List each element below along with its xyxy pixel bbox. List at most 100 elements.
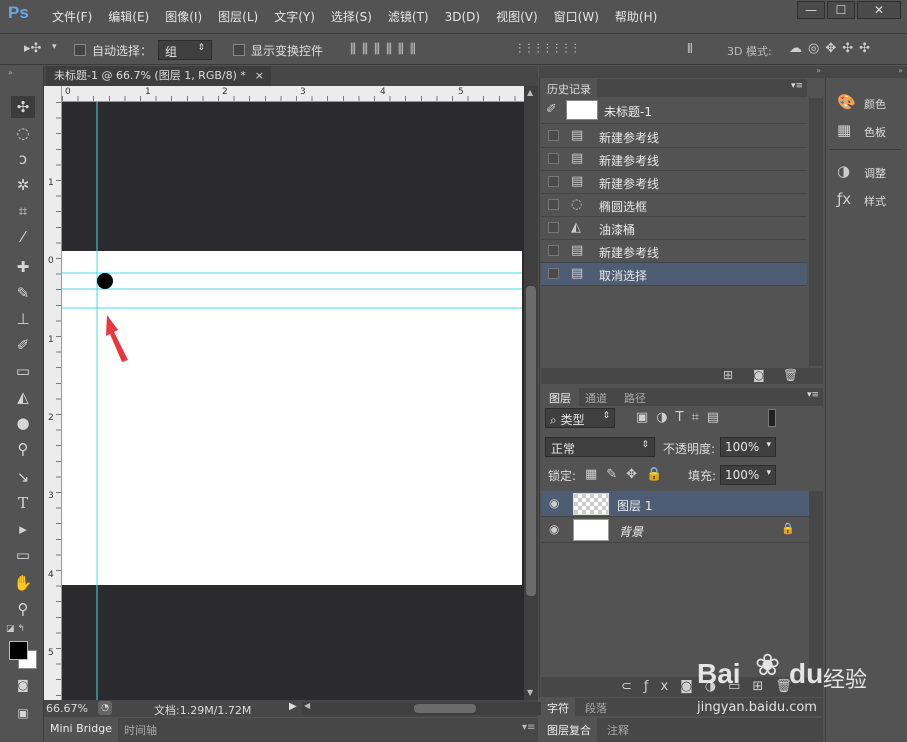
layer-row-1[interactable]: ◉ 图层 1 <box>541 491 809 517</box>
history-item-selected[interactable]: ▤ 取消选择 <box>541 263 807 286</box>
eyedropper-tool-icon[interactable]: ⁄ <box>11 226 35 248</box>
close-button[interactable]: ✕ <box>857 1 901 19</box>
menu-image[interactable]: 图像(I) <box>157 0 210 34</box>
history-item[interactable]: ▤ 新建参考线 <box>541 148 807 171</box>
history-snapshot[interactable]: ✐ 未标题-1 <box>541 98 807 124</box>
menu-type[interactable]: 文字(Y) <box>266 0 323 34</box>
visibility-eye-icon[interactable]: ◉ <box>549 522 559 536</box>
lasso-tool-icon[interactable]: ↄ <box>11 148 35 170</box>
menu-filter[interactable]: 滤镜(T) <box>380 0 437 34</box>
tab-timeline[interactable]: 时间轴 <box>124 722 157 738</box>
lock-icons[interactable]: ▦✎✥🔒 <box>585 467 671 482</box>
move-tool-icon[interactable]: ▸✣ <box>24 41 41 56</box>
tab-notes[interactable]: 注释 <box>607 722 629 738</box>
screen-mode-icon[interactable]: ▣ <box>11 702 35 724</box>
history-item[interactable]: ▤ 新建参考线 <box>541 171 807 194</box>
align-icons[interactable]: ⫼⫼⫼⫼⫼⫼ <box>350 42 422 57</box>
horizontal-scrollbar[interactable]: ◀ ▶ <box>302 701 566 715</box>
marquee-tool-icon[interactable]: ◌ <box>11 122 35 144</box>
opacity-input[interactable]: 100% ▾ <box>720 437 776 457</box>
panel-menu-icon[interactable]: ▾≡ <box>791 81 803 91</box>
zoom-tool-icon[interactable]: ⚲ <box>11 598 35 620</box>
status-menu-arrow-icon[interactable]: ▶ <box>289 701 297 712</box>
tab-mini-bridge[interactable]: Mini Bridge <box>44 718 118 742</box>
tab-paragraph[interactable]: 段落 <box>585 700 607 716</box>
panel-menu-icon[interactable]: ▾≡ <box>522 722 535 733</box>
scroll-down-icon[interactable]: ▼ <box>527 688 533 697</box>
collapse-icon[interactable]: » <box>8 68 13 77</box>
brush-tool-icon[interactable]: ✎ <box>11 282 35 304</box>
history-checkbox[interactable] <box>548 199 559 210</box>
swatches-panel-button[interactable]: ▦ 色板 <box>827 119 905 143</box>
history-checkbox[interactable] <box>548 268 559 279</box>
history-item[interactable]: ◭ 油漆桶 <box>541 217 807 240</box>
camera-icon[interactable]: ◙ <box>753 368 765 382</box>
path-select-tool-icon[interactable]: ▸ <box>11 518 35 540</box>
quick-mask-icon[interactable]: ◙ <box>11 674 35 696</box>
menu-3d[interactable]: 3D(D) <box>437 0 488 34</box>
adjustments-panel-button[interactable]: ◑ 调整 <box>827 160 905 184</box>
new-document-from-state-icon[interactable]: ⊞ <box>723 368 733 382</box>
hand-tool-icon[interactable]: ✋ <box>11 572 35 594</box>
vertical-scroll-thumb[interactable] <box>526 286 536 596</box>
magic-wand-tool-icon[interactable]: ✲ <box>11 174 35 196</box>
layer-row-background[interactable]: ◉ 背景 🔒 <box>541 517 809 543</box>
history-checkbox[interactable] <box>548 130 559 141</box>
styles-panel-button[interactable]: ƒx 样式 <box>827 188 905 212</box>
menu-help[interactable]: 帮助(H) <box>607 0 665 34</box>
tab-character[interactable]: 字符 <box>541 698 575 718</box>
history-checkbox[interactable] <box>548 176 559 187</box>
layer-name[interactable]: 图层 1 <box>617 497 652 514</box>
zoom-level[interactable]: 66.67% <box>46 702 88 715</box>
tab-paths[interactable]: 路径 <box>624 390 646 406</box>
blend-mode-dropdown[interactable]: 正常 ⇕ <box>545 437 655 457</box>
move-tool-icon[interactable]: ✣ <box>11 96 35 118</box>
visibility-eye-icon[interactable]: ◉ <box>549 496 559 510</box>
history-item[interactable]: ▤ 新建参考线 <box>541 125 807 148</box>
pen-tool-icon[interactable]: ↘ <box>11 466 35 488</box>
menu-file[interactable]: 文件(F) <box>44 0 100 34</box>
3d-mode-icons[interactable]: ☁◎✥✣✣ <box>789 41 876 56</box>
scroll-left-icon[interactable]: ◀ <box>304 701 310 710</box>
distribute-icons[interactable]: ⫶⫶⫶⫶⫶⫶⫶ <box>518 42 583 57</box>
minimize-button[interactable]: — <box>797 1 825 19</box>
shape-tool-icon[interactable]: ▭ <box>11 544 35 566</box>
history-brush-tool-icon[interactable]: ✐ <box>11 334 35 356</box>
scroll-up-icon[interactable]: ▲ <box>527 88 533 97</box>
tool-preset-dropdown-icon[interactable]: ▾ <box>52 42 57 52</box>
default-colors-icon[interactable]: ◪ ↰ <box>6 624 25 634</box>
auto-select-dropdown[interactable]: 组 ⇕ <box>158 40 212 60</box>
history-scrollbar[interactable] <box>809 98 823 366</box>
layer-name[interactable]: 背景 <box>619 523 643 540</box>
tab-channels[interactable]: 通道 <box>585 390 607 406</box>
horizontal-scroll-thumb[interactable] <box>414 704 476 713</box>
tab-layers[interactable]: 图层 <box>541 388 579 408</box>
auto-select-checkbox[interactable] <box>74 44 86 56</box>
menu-select[interactable]: 选择(S) <box>323 0 380 34</box>
eraser-tool-icon[interactable]: ▭ <box>11 360 35 382</box>
paint-bucket-tool-icon[interactable]: ◭ <box>11 386 35 408</box>
history-brush-source-icon[interactable]: ✐ <box>546 102 557 117</box>
history-item[interactable]: ▤ 新建参考线 <box>541 240 807 263</box>
history-checkbox[interactable] <box>548 153 559 164</box>
filter-toggle[interactable] <box>768 409 776 427</box>
stamp-tool-icon[interactable]: ⊥ <box>11 308 35 330</box>
crop-tool-icon[interactable]: ⌗ <box>11 200 35 222</box>
color-panel-button[interactable]: 🎨 颜色 <box>827 91 905 115</box>
menu-layer[interactable]: 图层(L) <box>210 0 266 34</box>
history-checkbox[interactable] <box>548 222 559 233</box>
menu-window[interactable]: 窗口(W) <box>546 0 607 34</box>
type-tool-icon[interactable]: T <box>11 492 35 514</box>
trash-icon[interactable]: 🗑 <box>783 368 798 382</box>
blur-tool-icon[interactable]: ● <box>11 412 35 434</box>
foreground-color-swatch[interactable] <box>9 641 28 660</box>
layer-filter-dropdown[interactable]: ⌕ 类型 ⇕ <box>545 408 615 428</box>
fill-input[interactable]: 100% ▾ <box>720 465 776 485</box>
menu-view[interactable]: 视图(V) <box>488 0 546 34</box>
horizontal-ruler[interactable]: 0 1 2 3 4 5 <box>62 86 524 102</box>
layer-filter-icons[interactable]: ▣◑T⌗▤ <box>636 410 727 425</box>
history-checkbox[interactable] <box>548 245 559 256</box>
status-icon[interactable]: ◔ <box>98 701 112 715</box>
vertical-ruler[interactable]: 1 0 1 2 3 4 5 <box>44 86 62 700</box>
auto-align-icon[interactable]: ⦀ <box>687 42 693 57</box>
